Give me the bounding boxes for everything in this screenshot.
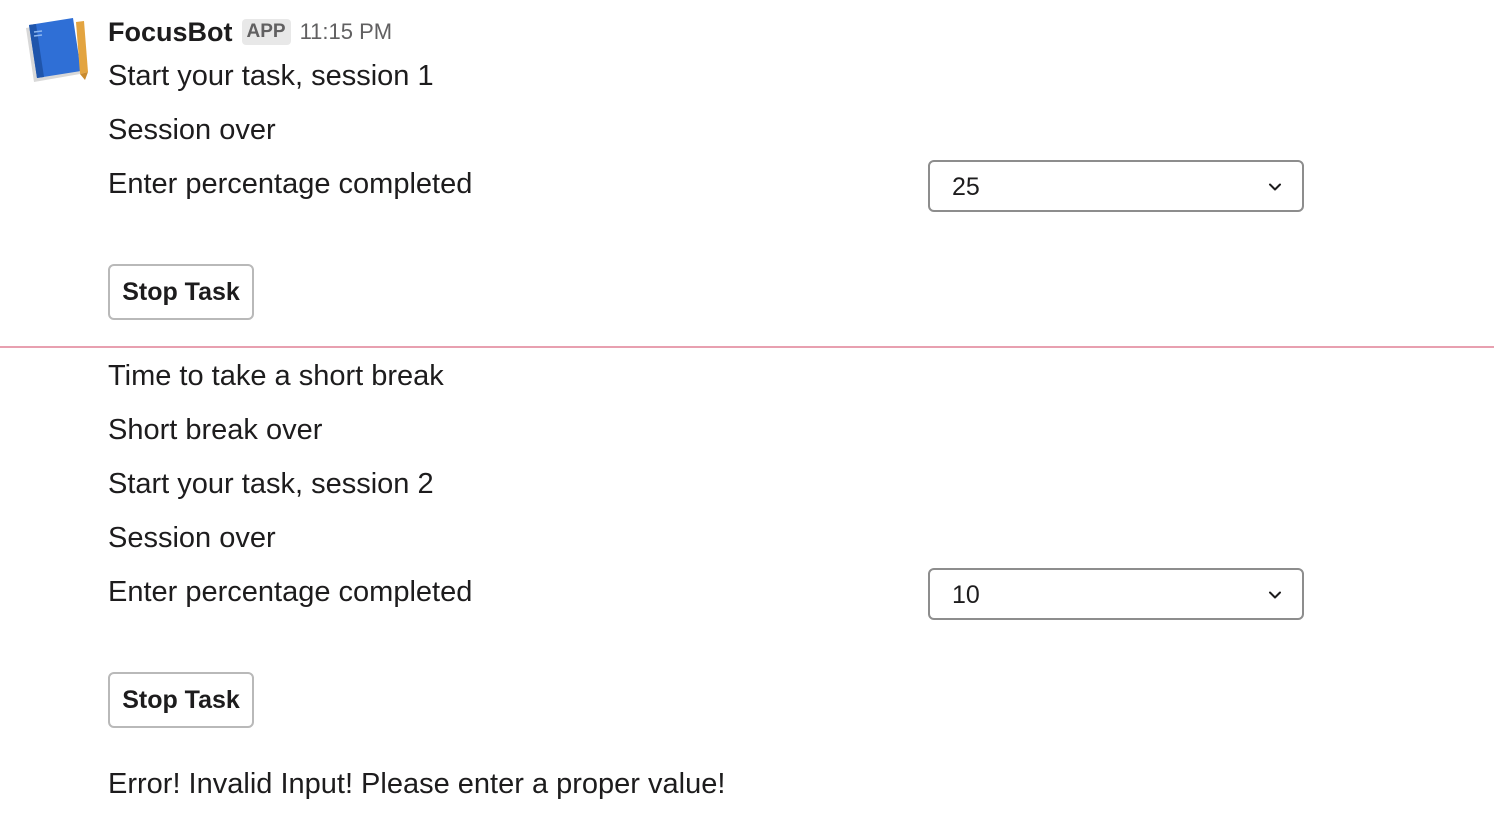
chevron-down-icon [1269, 183, 1281, 191]
stop-task-button[interactable]: Stop Task [108, 264, 254, 320]
percentage-prompt: Enter percentage completed [108, 168, 473, 200]
message-line: Start your task, session 1 [108, 60, 434, 92]
select-value: 10 [952, 581, 980, 609]
select-value: 25 [952, 173, 980, 201]
stop-task-button[interactable]: Stop Task [108, 672, 254, 728]
new-messages-divider [0, 346, 1494, 348]
message-header: FocusBot APP 11:15 PM [108, 14, 392, 50]
message-line: Short break over [108, 414, 323, 446]
app-badge: APP [241, 19, 291, 45]
message-line: Time to take a short break [108, 360, 444, 392]
message-line: Start your task, session 2 [108, 468, 434, 500]
message-timestamp[interactable]: 11:15 PM [300, 19, 393, 45]
notebook-icon [26, 18, 88, 82]
message-line: Session over [108, 522, 276, 554]
percentage-select[interactable]: 10 [928, 568, 1304, 620]
error-message: Error! Invalid Input! Please enter a pro… [108, 768, 726, 800]
percentage-prompt: Enter percentage completed [108, 576, 473, 608]
bot-name[interactable]: FocusBot [108, 17, 233, 48]
message-line: Session over [108, 114, 276, 146]
chevron-down-icon [1269, 591, 1281, 599]
bot-avatar[interactable] [20, 16, 92, 88]
percentage-select[interactable]: 25 [928, 160, 1304, 212]
